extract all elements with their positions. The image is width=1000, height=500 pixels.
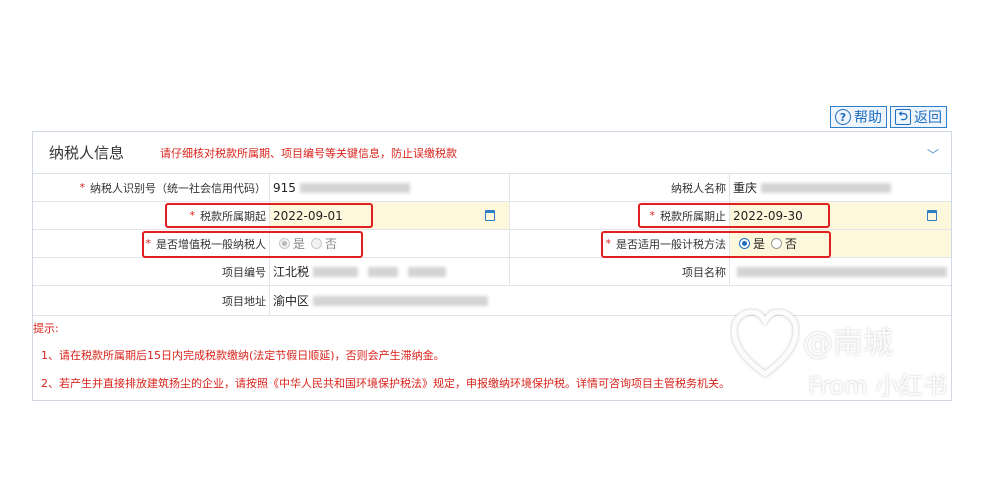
method-yes-radio[interactable]	[739, 238, 750, 249]
vat-general-radios: 是 否	[270, 230, 510, 257]
panel-warning: 请仔细核对税款所属期、项目编号等关键信息，防止误缴税款	[160, 146, 458, 160]
watermark-source: From 小红书	[808, 372, 948, 400]
period-start-label: * 税款所属期起	[33, 202, 270, 229]
project-name-value	[730, 258, 951, 285]
project-addr-value: 渝中区	[270, 286, 951, 315]
project-no-value: 江北税	[270, 258, 510, 285]
method-no-radio[interactable]	[771, 238, 783, 249]
vat-no-radio[interactable]	[311, 238, 323, 249]
help-label: 帮助	[854, 110, 882, 126]
row-project-address: 项目地址 渝中区	[33, 286, 951, 316]
return-arrow-icon: ⮌	[895, 109, 911, 125]
general-method-label: * 是否适用一般计税方法	[510, 230, 730, 257]
period-end-field[interactable]: 2022-09-30	[730, 202, 951, 229]
taxpayer-id-label: * 纳税人识别号（统一社会信用代码）	[33, 174, 270, 201]
help-button[interactable]: ? 帮助	[830, 106, 887, 128]
heart-watermark-icon	[731, 309, 799, 378]
project-name-label: 项目名称	[510, 258, 730, 285]
vat-no-label: 否	[325, 237, 338, 251]
panel-header[interactable]: 纳税人信息 请仔细核对税款所属期、项目编号等关键信息，防止误缴税款 ﹀	[33, 132, 951, 174]
general-method-radios: 是 否	[730, 230, 951, 257]
info-grid: * 纳税人识别号（统一社会信用代码） 915 纳税人名称 重庆 * 税款所属期起 2…	[33, 174, 951, 316]
watermark-handle: @南城	[803, 326, 893, 361]
row-project: 项目编号 江北税 项目名称	[33, 258, 951, 286]
project-no-label: 项目编号	[33, 258, 270, 285]
vat-general-label: * 是否增值税一般纳税人	[33, 230, 270, 257]
back-button[interactable]: ⮌ 返回	[890, 106, 947, 128]
row-tax-period: * 税款所属期起 2022-09-01 * 税款所属期止 2022-09-30	[33, 202, 951, 230]
taxpayer-id-value: 915	[270, 174, 510, 201]
back-label: 返回	[914, 110, 942, 126]
method-yes-label: 是	[753, 237, 766, 251]
vat-yes-radio[interactable]	[279, 238, 290, 249]
method-no-label: 否	[785, 237, 798, 251]
period-start-field[interactable]: 2022-09-01	[270, 202, 510, 229]
row-taxpayer-id: * 纳税人识别号（统一社会信用代码） 915 纳税人名称 重庆	[33, 174, 951, 202]
panel-title: 纳税人信息	[49, 144, 125, 162]
row-vat-options: * 是否增值税一般纳税人 是 否 * 是否适用一般计税方法 是 否	[33, 230, 951, 258]
question-icon: ?	[835, 109, 851, 125]
project-addr-label: 项目地址	[33, 286, 270, 315]
calendar-icon[interactable]	[927, 210, 937, 221]
top-actions: ? 帮助 ⮌ 返回	[830, 106, 947, 128]
taxpayer-name-value: 重庆	[730, 174, 951, 201]
vat-yes-label: 是	[293, 237, 306, 251]
period-end-label: * 税款所属期止	[510, 202, 730, 229]
calendar-icon[interactable]	[485, 210, 495, 221]
taxpayer-name-label: 纳税人名称	[510, 174, 730, 201]
chevron-down-icon[interactable]: ﹀	[927, 146, 939, 163]
